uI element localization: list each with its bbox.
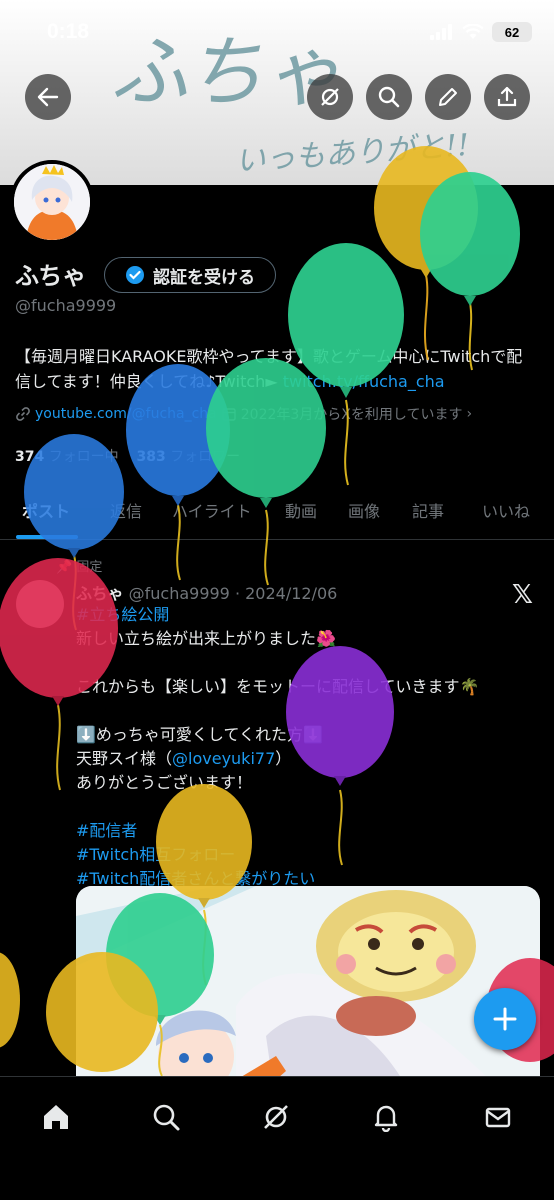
post-author[interactable]: ふちゃ bbox=[76, 584, 124, 603]
share-button[interactable] bbox=[484, 74, 530, 120]
post-tag-2[interactable]: #Twitch相互フォロー bbox=[76, 845, 235, 864]
wifi-icon bbox=[462, 24, 484, 39]
plus-icon bbox=[493, 1007, 517, 1031]
chevron-right-icon[interactable]: › bbox=[466, 406, 472, 422]
home-icon bbox=[44, 1105, 68, 1129]
nav-search[interactable] bbox=[146, 1097, 186, 1137]
nav-notifications[interactable] bbox=[366, 1097, 406, 1137]
profile-bio: 【毎週月曜日KARAOKE歌枠やってます】歌とゲーム中心にTwitchで配信して… bbox=[15, 344, 535, 394]
follow-stats: 374 フォロー中 383 フォロワー bbox=[15, 446, 240, 466]
edit-button[interactable] bbox=[425, 74, 471, 120]
banner-subtitle: いっもありがと!! bbox=[234, 127, 471, 180]
tab-posts[interactable]: ポスト bbox=[22, 498, 70, 522]
followers-link[interactable]: 383 フォロワー bbox=[137, 449, 241, 465]
post-handle-date: @fucha9999 · 2024/12/06 bbox=[128, 584, 338, 603]
balloon-green-top-right bbox=[420, 172, 520, 371]
character-artwork bbox=[76, 886, 540, 1106]
battery-indicator: 62 bbox=[492, 22, 532, 42]
tab-likes[interactable]: いいね bbox=[482, 498, 530, 522]
share-icon bbox=[497, 86, 517, 107]
tab-videos[interactable]: 動画 bbox=[285, 498, 317, 522]
tab-media[interactable]: 画像 bbox=[348, 498, 380, 522]
post-text: #立ち絵公開 新しい立ち絵が出来上がりました🌺 これからも【楽しい】をモットーに… bbox=[76, 603, 536, 891]
post-hashtag-top[interactable]: #立ち絵公開 bbox=[76, 605, 169, 624]
nav-grok[interactable] bbox=[256, 1097, 296, 1137]
post-line-3: ⬇️めっちゃ可愛くしてくれた方⬇️ bbox=[76, 725, 323, 744]
active-tab-indicator bbox=[16, 535, 78, 539]
bottom-navigation bbox=[0, 1076, 554, 1200]
search-icon bbox=[153, 1104, 180, 1131]
mail-icon bbox=[485, 1107, 511, 1128]
link-icon bbox=[16, 407, 30, 421]
arrow-left-icon bbox=[37, 87, 59, 107]
post-image[interactable] bbox=[76, 886, 540, 1106]
nav-home[interactable] bbox=[36, 1097, 76, 1137]
meta-link[interactable]: youtube.com/@fucha_cha bbox=[35, 406, 217, 422]
followers-count: 383 bbox=[136, 449, 166, 465]
search-button[interactable] bbox=[366, 74, 412, 120]
calendar-icon bbox=[222, 408, 236, 421]
post-mention[interactable]: @loveyuki77 bbox=[172, 749, 275, 768]
pencil-icon bbox=[439, 88, 457, 106]
meta-joined: 2022年3月からXを利用しています bbox=[240, 407, 463, 423]
followers-label: フォロワー bbox=[170, 449, 241, 465]
status-time: 0:18 bbox=[47, 20, 90, 43]
following-label: フォロー中 bbox=[48, 449, 119, 465]
profile-name: ふちゃ bbox=[15, 262, 87, 290]
post-line-4-suffix: ） bbox=[275, 749, 292, 768]
grok-icon bbox=[321, 88, 339, 106]
post-line-2: これからも【楽しい】をモットーに配信していきます🌴 bbox=[76, 677, 480, 696]
home-indicator bbox=[140, 1182, 414, 1188]
get-verified-button[interactable]: 認証を受ける bbox=[104, 257, 276, 293]
tab-replies[interactable]: 返信 bbox=[110, 498, 142, 522]
post-avatar[interactable] bbox=[16, 580, 64, 628]
balloon-blue-middle bbox=[126, 364, 230, 581]
following-link[interactable]: 374 フォロー中 bbox=[15, 449, 119, 465]
signal-icon bbox=[430, 24, 452, 40]
tab-highlights[interactable]: ハイライト bbox=[172, 498, 252, 522]
post-header: ふちゃ @fucha9999 · 2024/12/06 bbox=[76, 580, 337, 604]
nav-messages[interactable] bbox=[478, 1097, 518, 1137]
get-verified-label: 認証を受ける bbox=[153, 267, 255, 288]
grok-icon bbox=[264, 1105, 288, 1129]
following-count: 374 bbox=[15, 449, 45, 465]
post-tag-1[interactable]: #配信者 bbox=[76, 821, 137, 840]
pin-icon: 📌 bbox=[56, 560, 73, 575]
compose-button[interactable] bbox=[474, 988, 536, 1050]
back-button[interactable] bbox=[25, 74, 71, 120]
post-line-4-prefix: 天野スイ様（ bbox=[76, 749, 173, 768]
tab-articles[interactable]: 記事 bbox=[412, 498, 444, 522]
profile-meta: youtube.com/@fucha_cha 2022年3月からXを利用していま… bbox=[15, 404, 472, 424]
search-icon bbox=[378, 86, 400, 108]
bio-text: 【毎週月曜日KARAOKE歌枠やってます】歌とゲーム中心にTwitchで配信して… bbox=[15, 347, 523, 391]
profile-handle: @fucha9999 bbox=[15, 296, 117, 315]
verified-badge-icon bbox=[126, 266, 144, 284]
balloon-yellow-edge-left bbox=[0, 952, 20, 1048]
status-bar: 0:18 62 bbox=[0, 0, 554, 64]
post-line-1: 新しい立ち絵が出来上がりました🌺 bbox=[76, 629, 336, 648]
bell-icon bbox=[374, 1105, 398, 1132]
pinned-label: 📌 固定 bbox=[56, 556, 102, 575]
profile-avatar[interactable] bbox=[10, 160, 94, 244]
pinned-text: 固定 bbox=[76, 560, 103, 575]
post-line-5: ありがとうございます！ bbox=[76, 773, 253, 792]
profile-tabs: ポスト 返信 ハイライト 動画 画像 記事 いいね bbox=[0, 486, 554, 540]
bio-link[interactable]: twitch.tv/ffucha_cha bbox=[283, 372, 445, 391]
grok-button[interactable] bbox=[307, 74, 353, 120]
avatar-illustration bbox=[14, 164, 90, 240]
